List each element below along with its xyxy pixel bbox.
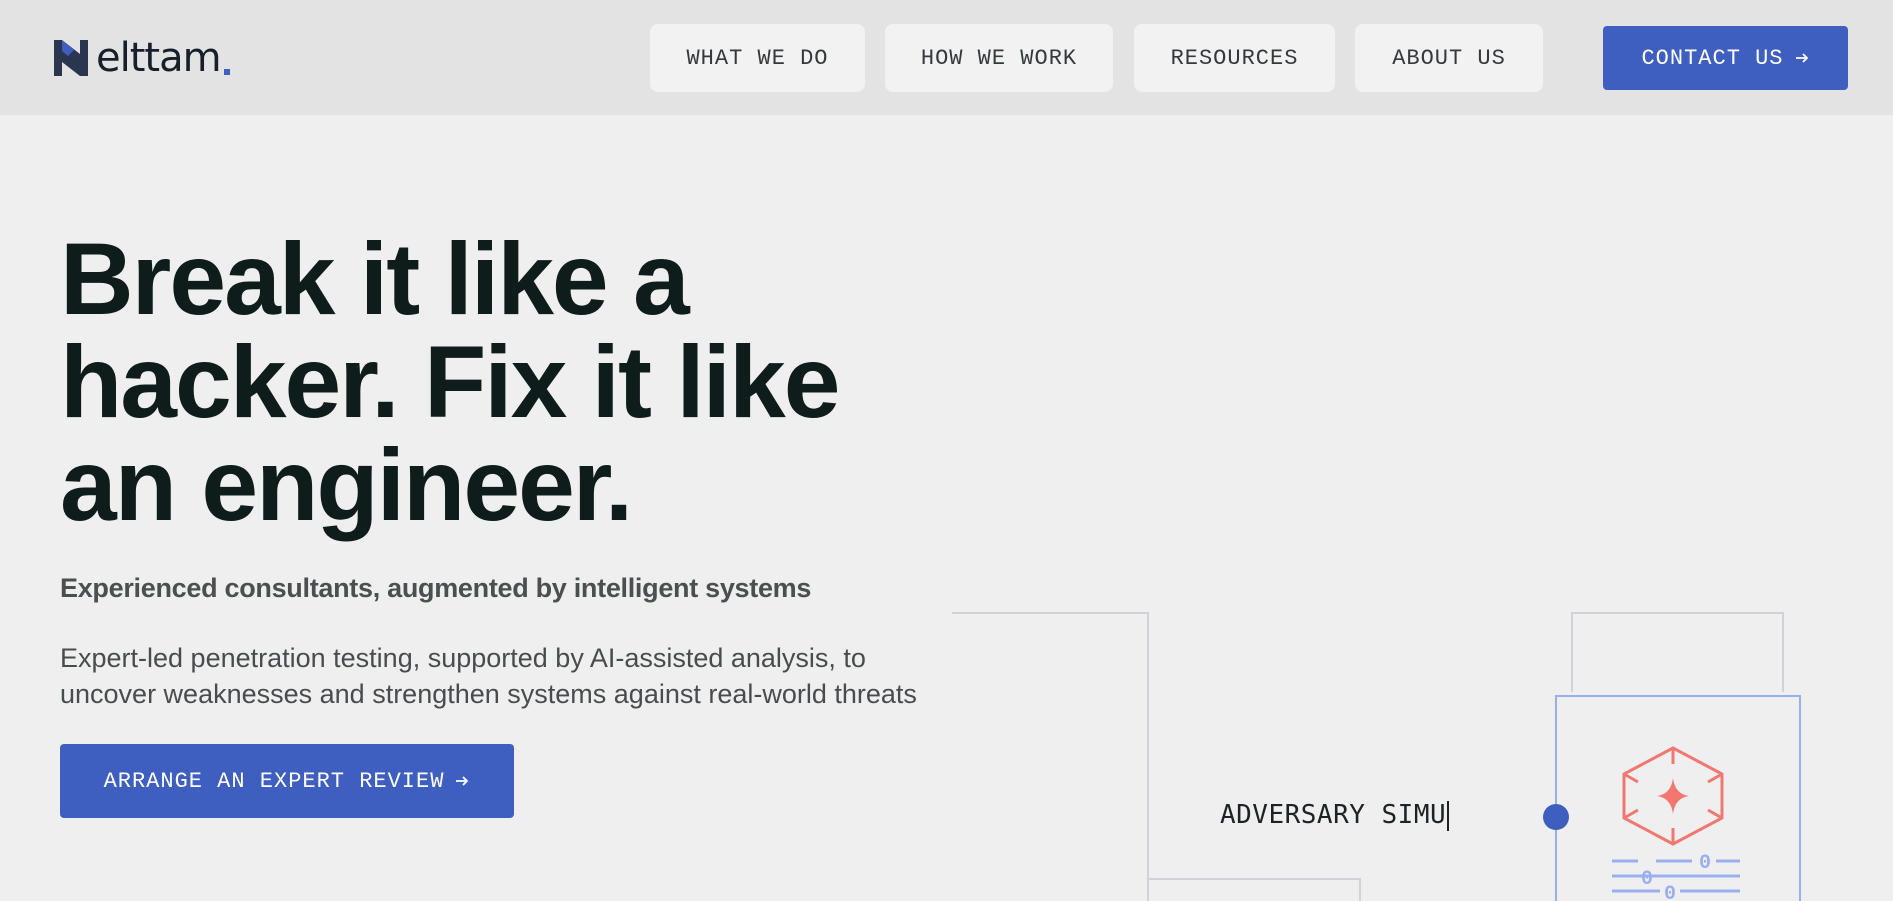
diagram-grid-lines <box>952 612 1784 901</box>
nav-about-us[interactable]: ABOUT US <box>1355 24 1543 92</box>
svg-text:0: 0 <box>1664 883 1676 901</box>
svg-text:0: 0 <box>1699 852 1711 875</box>
nav-what-we-do[interactable]: WHAT WE DO <box>650 24 865 92</box>
adversary-simulation-typing-label: ADVERSARY SIMU <box>1220 800 1450 831</box>
nav-how-we-work[interactable]: HOW WE WORK <box>885 24 1113 92</box>
logo-text: elttam <box>96 35 222 81</box>
hero-subtitle: Experienced consultants, augmented by in… <box>60 573 812 603</box>
hero-title: Break it like a hacker. Fix it like an e… <box>60 222 840 542</box>
hexagon-sparkle-icon <box>1622 746 1724 846</box>
site-header: elttam WHAT WE DO HOW WE WORK RESOURCES … <box>0 0 1893 115</box>
typing-text: ADVERSARY SIMU <box>1220 800 1447 830</box>
hero-description: Expert-led penetration testing, supporte… <box>60 643 917 709</box>
binary-stream-lines <box>1612 859 1740 893</box>
contact-us-button[interactable]: CONTACT US <box>1603 26 1848 90</box>
contact-us-label: CONTACT US <box>1641 45 1784 71</box>
elttam-logo[interactable]: elttam <box>52 37 230 79</box>
connector-dot <box>1543 804 1569 830</box>
logo-mark-icon <box>54 40 88 76</box>
cta-label: ARRANGE AN EXPERT REVIEW <box>103 768 445 794</box>
binary-stream-digits: 0 0 0 <box>1641 852 1711 901</box>
text-cursor <box>1447 800 1450 831</box>
arrow-right-icon <box>456 776 469 786</box>
svg-text:0: 0 <box>1641 868 1653 891</box>
nav-resources[interactable]: RESOURCES <box>1134 24 1335 92</box>
diagram-node-box <box>1555 695 1801 901</box>
arrow-right-icon <box>1795 53 1808 63</box>
arrange-expert-review-button[interactable]: ARRANGE AN EXPERT REVIEW <box>60 744 514 818</box>
logo-dot <box>223 69 230 75</box>
